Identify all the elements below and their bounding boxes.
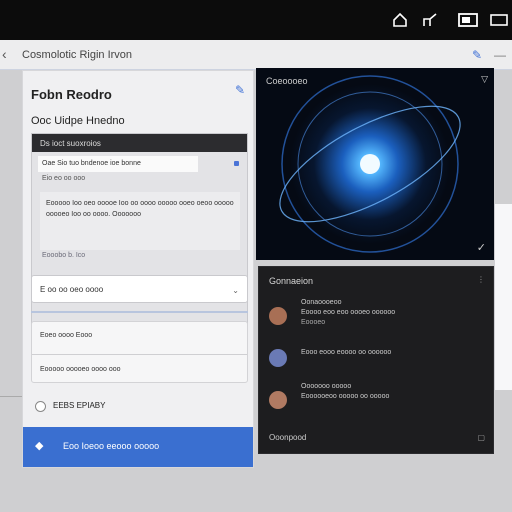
status-dot (234, 161, 239, 166)
list-item[interactable]: Eooo eooo eoooo oo oooooo (269, 339, 487, 379)
list-item[interactable]: Oonaoooeoo Eoooo eoo eoo oooeo oooooo Eo… (269, 297, 487, 337)
media-panel[interactable]: Coeoooeo ▽ ✓ (256, 68, 494, 260)
pin-icon[interactable]: ✎ (472, 48, 482, 62)
home-icon[interactable] (392, 12, 408, 28)
item-meta: Eoooeo (301, 319, 326, 326)
filter-icon[interactable]: ▽ (481, 74, 488, 85)
primary-button-label: Eoo Ioeoo eeooo ooooo (63, 441, 160, 451)
diamond-icon: ◆ (35, 440, 44, 452)
dropdown-input[interactable]: E oo oo oeo oooo ⌄ (31, 275, 248, 303)
back-icon[interactable]: ‹ (2, 46, 7, 62)
activity-footer[interactable]: Ooonpood (269, 433, 306, 442)
avatar (269, 391, 287, 409)
fields-box: Eoeo oooo Eooo Eooooo ooooeo oooo ooo (31, 321, 248, 383)
form-panel: Fobn Reodro ✎ Ooc Uidpe Hnedno Ds ioct s… (22, 70, 254, 468)
scroll-gutter[interactable] (494, 204, 512, 390)
card-row: Eio eo oo ooo (42, 175, 86, 182)
edit-icon[interactable]: ✎ (235, 83, 245, 97)
orb-image (256, 68, 494, 260)
checkmark-icon[interactable]: ✓ (477, 241, 486, 254)
media-label: Coeoooeo (266, 76, 308, 86)
radio-button[interactable] (35, 401, 46, 412)
card-header: Ds ioct suoxroios (32, 134, 247, 152)
card-description[interactable]: Eooooo Ioo oeo ooooe Ioo oo oooo ooooo o… (40, 192, 240, 250)
card-field[interactable]: Oae Sio tuo bndenoe ioe bonne (38, 156, 198, 172)
radio-label: EEBS EPIABY (53, 401, 106, 410)
divider (31, 311, 248, 313)
page-title: Cosmolotic Rigin Irvon (22, 49, 133, 61)
close-icon[interactable]: — (494, 48, 506, 62)
divider (32, 354, 247, 355)
share-icon[interactable] (422, 12, 438, 28)
avatar (269, 307, 287, 325)
item-title: Oonaoooeoo (301, 299, 342, 306)
address-bar: ‹ Cosmolotic Rigin Irvon ✎ — (0, 40, 512, 70)
tab-icon[interactable] (490, 12, 508, 28)
list-item[interactable]: Ooooooo ooooo Eoooooeoo ooooo oo ooooo (269, 381, 487, 421)
activity-panel: Gonnaeion ⋮ Oonaoooeoo Eoooo eoo eoo ooo… (258, 266, 494, 454)
item-text: Eoooooeoo ooooo oo ooooo (301, 393, 390, 400)
item-title: Ooooooo ooooo (301, 383, 352, 390)
more-icon[interactable]: ⋮ (477, 275, 485, 284)
system-top-bar (0, 0, 512, 40)
item-title: Eooo eooo eoooo oo oooooo (301, 349, 392, 356)
item-text: Eoooo eoo eoo oooeo oooooo (301, 309, 396, 316)
details-card: Ds ioct suoxroios Oae Sio tuo bndenoe io… (31, 133, 248, 337)
square-icon[interactable]: ▢ (477, 433, 485, 442)
field-two[interactable]: Eooooo ooooeo oooo ooo (40, 366, 121, 373)
divider (0, 396, 22, 397)
panel-subheading: Ooc Uidpe Hnedno (31, 115, 125, 127)
primary-button[interactable]: ◆ Eoo Ioeoo eeooo ooooo (23, 427, 253, 467)
dropdown-value: E oo oo oeo oooo (40, 285, 104, 294)
window-icon[interactable] (458, 12, 478, 28)
activity-title: Gonnaeion (269, 276, 314, 286)
panel-heading: Fobn Reodro (31, 87, 112, 102)
avatar (269, 349, 287, 367)
field-one[interactable]: Eoeo oooo Eooo (40, 332, 92, 339)
chevron-down-icon: ⌄ (232, 286, 239, 295)
card-footer: Eooobo b. Ico (42, 252, 86, 259)
